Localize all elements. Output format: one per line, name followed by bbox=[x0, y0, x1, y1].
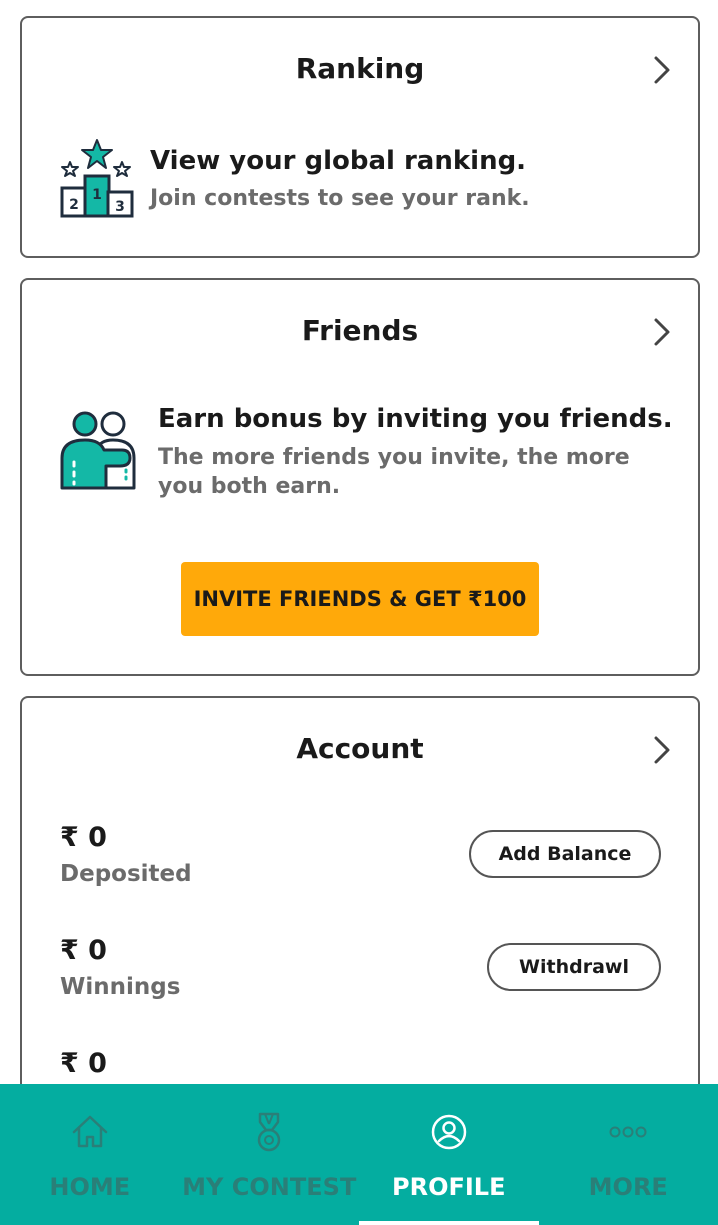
podium-number-1: 1 bbox=[92, 187, 102, 203]
ranking-heading: View your global ranking. bbox=[150, 146, 527, 176]
nav-label-more: MORE bbox=[588, 1173, 668, 1201]
chevron-right-icon[interactable] bbox=[652, 55, 672, 85]
podium-number-3: 3 bbox=[115, 199, 125, 215]
bottom-nav: HOME MY CONTEST PROFILE MORE bbox=[0, 1084, 718, 1225]
chevron-right-icon[interactable] bbox=[652, 317, 672, 347]
winnings-amount: ₹ 0 bbox=[60, 935, 107, 966]
podium-icon: 2 1 3 bbox=[60, 139, 134, 218]
ranking-card[interactable]: Ranking 2 1 3 View your global ranking. … bbox=[20, 16, 700, 258]
ranking-title: Ranking bbox=[295, 52, 425, 85]
profile-icon bbox=[431, 1114, 466, 1150]
nav-label-my-contest: MY CONTEST bbox=[182, 1173, 357, 1201]
medal-icon bbox=[258, 1112, 281, 1152]
invite-friends-button[interactable]: INVITE FRIENDS & GET ₹100 bbox=[181, 562, 539, 636]
withdrawl-button[interactable]: Withdrawl bbox=[487, 943, 661, 991]
nav-item-more[interactable]: MORE bbox=[539, 1084, 718, 1225]
deposited-amount: ₹ 0 bbox=[60, 822, 107, 853]
home-icon bbox=[72, 1115, 107, 1148]
nav-label-profile: PROFILE bbox=[392, 1173, 506, 1201]
friends-icon bbox=[60, 411, 136, 490]
active-tab-indicator bbox=[359, 1221, 539, 1225]
nav-item-profile[interactable]: PROFILE bbox=[359, 1084, 539, 1225]
ranking-subtext: Join contests to see your rank. bbox=[150, 186, 530, 211]
more-icon bbox=[609, 1126, 647, 1138]
friends-heading: Earn bonus by inviting you friends. bbox=[158, 404, 673, 434]
nav-item-home[interactable]: HOME bbox=[0, 1084, 180, 1225]
add-balance-button[interactable]: Add Balance bbox=[469, 830, 661, 878]
podium-number-2: 2 bbox=[69, 197, 79, 213]
deposited-label: Deposited bbox=[60, 861, 192, 887]
third-amount: ₹ 0 bbox=[60, 1048, 107, 1079]
account-title: Account bbox=[296, 732, 424, 765]
friends-subtext: The more friends you invite, the more yo… bbox=[158, 445, 630, 499]
chevron-right-icon[interactable] bbox=[652, 735, 672, 765]
winnings-label: Winnings bbox=[60, 974, 181, 1000]
friends-card[interactable]: Friends Earn bonus by inviting you frien… bbox=[20, 278, 700, 676]
nav-item-my-contest[interactable]: MY CONTEST bbox=[180, 1084, 360, 1225]
friends-title: Friends bbox=[301, 314, 419, 347]
nav-label-home: HOME bbox=[49, 1173, 131, 1201]
